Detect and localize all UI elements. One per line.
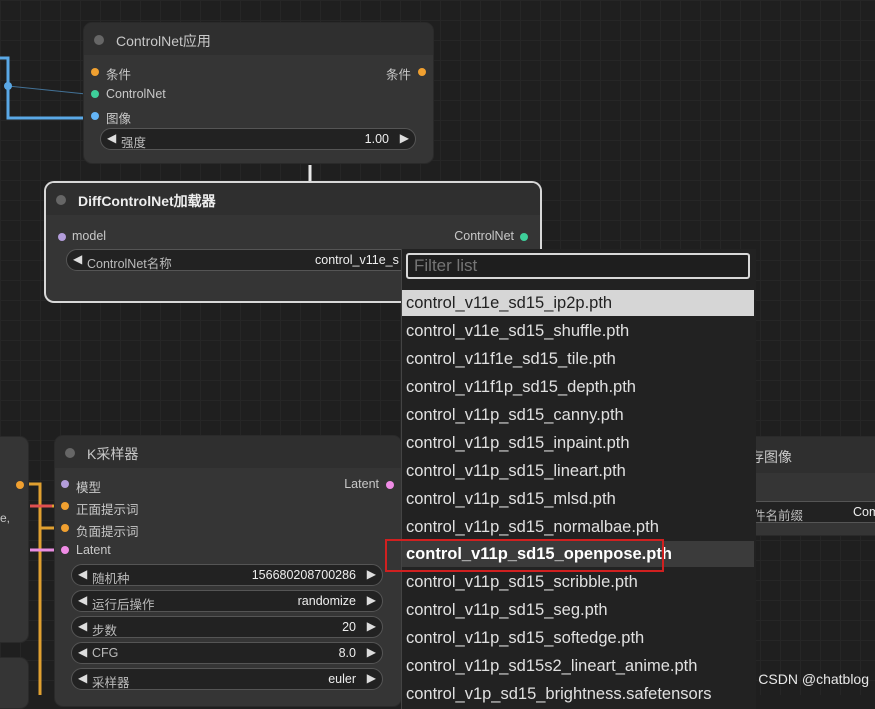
ksampler-node[interactable]: K采样器 模型 Latent 正面提示词 负面提示词 Latent ◀ 随机种 … <box>55 436 401 706</box>
input-negative-label: 负面提示词 <box>76 525 139 539</box>
dropdown-option[interactable]: control_v11p_sd15_seg.pth <box>402 597 754 623</box>
input-model-label: 模型 <box>76 481 102 495</box>
negative-input-dot-icon[interactable] <box>61 524 69 532</box>
increment-arrow-icon[interactable]: ▶ <box>367 567 376 581</box>
decrement-arrow-icon[interactable]: ◀ <box>78 567 87 581</box>
seed-widget[interactable]: ◀ 随机种 156680208700286 ▶ <box>71 564 383 586</box>
strength-label: 强度 <box>121 136 147 150</box>
decrement-arrow-icon[interactable]: ◀ <box>78 645 87 659</box>
sampler-label: 采样器 <box>92 676 130 690</box>
strength-value: 1.00 <box>364 132 389 146</box>
decrement-arrow-icon[interactable]: ◀ <box>107 131 116 145</box>
controlnet-name-value: control_v11e_s <box>315 253 399 267</box>
filename-prefix-value: Com <box>853 505 875 519</box>
dropdown-option[interactable]: control_v11f1e_sd15_tile.pth <box>402 346 754 372</box>
control-after-generate-value: randomize <box>297 594 356 608</box>
strength-widget[interactable]: ◀ 强度 1.00 ▶ <box>100 128 416 150</box>
input-controlnet-label: ControlNet <box>106 87 166 101</box>
node-title: K采样器 <box>87 446 139 462</box>
cfg-label: CFG <box>92 646 119 660</box>
dropdown-option[interactable]: control_v11p_sd15_normalbae.pth <box>402 514 754 540</box>
steps-label: 步数 <box>92 624 118 638</box>
output-condition-label: 条件 <box>385 68 411 82</box>
node-title-bar[interactable]: K采样器 <box>55 436 401 468</box>
decrement-arrow-icon[interactable]: ◀ <box>73 252 82 266</box>
controlnet-name-label: ControlNet名称 <box>87 257 172 271</box>
cfg-widget[interactable]: ◀ CFG 8.0 ▶ <box>71 642 383 664</box>
watermark: CSDN @chatblog <box>758 671 869 687</box>
dropdown-option[interactable]: control_v11p_sd15_inpaint.pth <box>402 430 754 456</box>
output-latent-label: Latent <box>344 477 379 491</box>
controlnet-output-dot-icon[interactable] <box>520 233 528 241</box>
save-image-node[interactable]: 存图像 件名前缀 Com <box>740 437 875 535</box>
decrement-arrow-icon[interactable]: ◀ <box>78 593 87 607</box>
dropdown-option[interactable]: control_v11p_sd15_lineart.pth <box>402 458 754 484</box>
increment-arrow-icon[interactable]: ▶ <box>400 131 409 145</box>
output-controlnet-label: ControlNet <box>454 229 514 243</box>
node-title: 存图像 <box>750 449 792 465</box>
node-title: ControlNet应用 <box>116 33 211 49</box>
image-input-dot-icon[interactable] <box>91 112 99 120</box>
steps-value: 20 <box>342 620 356 634</box>
model-input-dot-icon[interactable] <box>61 480 69 488</box>
increment-arrow-icon[interactable]: ▶ <box>367 671 376 685</box>
increment-arrow-icon[interactable]: ▶ <box>367 619 376 633</box>
dropdown-option[interactable]: control_v11p_sd15_mlsd.pth <box>402 486 754 512</box>
dropdown-option[interactable]: control_v11p_sd15_canny.pth <box>402 402 754 428</box>
dropdown-option[interactable]: control_v11e_sd15_shuffle.pth <box>402 318 754 344</box>
node-title-bar[interactable]: 存图像 <box>740 437 875 473</box>
sampler-widget[interactable]: ◀ 采样器 euler ▶ <box>71 668 383 690</box>
dropdown-option[interactable]: control_v11p_sd15s2_lineart_anime.pth <box>402 653 754 679</box>
selection-highlight-box <box>385 539 664 572</box>
partial-text: e, <box>0 511 11 525</box>
increment-arrow-icon[interactable]: ▶ <box>367 645 376 659</box>
left-partial-node-bottom[interactable] <box>0 658 28 708</box>
control-after-generate-label: 运行后操作 <box>92 598 155 612</box>
dropdown-option[interactable]: control_v1p_sd15_brightness.safetensors <box>402 681 754 707</box>
collapse-dot-icon[interactable] <box>94 35 104 45</box>
input-image-label: 图像 <box>106 112 132 126</box>
dropdown-option[interactable]: control_v11p_sd15_softedge.pth <box>402 625 754 651</box>
model-input-dot-icon[interactable] <box>58 233 66 241</box>
input-latent-label: Latent <box>76 543 111 557</box>
latent-output-dot-icon[interactable] <box>386 481 394 489</box>
node-title: DiffControlNet加载器 <box>78 193 216 209</box>
collapse-dot-icon[interactable] <box>56 195 66 205</box>
cfg-value: 8.0 <box>338 646 356 660</box>
controlnet-apply-node[interactable]: ControlNet应用 条件 条件 ControlNet 图像 ◀ 强度 1.… <box>84 23 433 163</box>
seed-label: 随机种 <box>92 572 130 586</box>
latent-input-dot-icon[interactable] <box>61 546 69 554</box>
positive-input-dot-icon[interactable] <box>61 502 69 510</box>
collapse-dot-icon[interactable] <box>65 448 75 458</box>
control-after-generate-widget[interactable]: ◀ 运行后操作 randomize ▶ <box>71 590 383 612</box>
steps-widget[interactable]: ◀ 步数 20 ▶ <box>71 616 383 638</box>
decrement-arrow-icon[interactable]: ◀ <box>78 619 87 633</box>
input-condition-label: 条件 <box>106 68 132 82</box>
node-title-bar[interactable]: DiffControlNet加载器 <box>46 183 540 215</box>
filter-list-input[interactable] <box>406 253 750 279</box>
node-title-bar[interactable]: ControlNet应用 <box>84 23 433 55</box>
decrement-arrow-icon[interactable]: ◀ <box>78 671 87 685</box>
input-model-label: model <box>72 229 107 243</box>
input-positive-label: 正面提示词 <box>76 503 139 517</box>
condition-output-dot-icon[interactable] <box>418 68 426 76</box>
left-partial-node[interactable]: e, <box>0 437 28 642</box>
increment-arrow-icon[interactable]: ▶ <box>367 593 376 607</box>
condition-input-dot-icon[interactable] <box>91 68 99 76</box>
controlnet-input-dot-icon[interactable] <box>91 90 99 98</box>
dropdown-option[interactable]: control_v11p_sd15_scribble.pth <box>402 569 754 595</box>
sampler-value: euler <box>328 672 356 686</box>
dropdown-option[interactable]: control_v11e_sd15_ip2p.pth <box>402 290 754 316</box>
dropdown-option[interactable]: control_v11f1p_sd15_depth.pth <box>402 374 754 400</box>
output-dot-icon[interactable] <box>16 481 24 489</box>
filename-prefix-label: 件名前缀 <box>753 509 804 523</box>
filename-prefix-widget[interactable]: 件名前缀 Com <box>746 501 875 523</box>
seed-value: 156680208700286 <box>251 568 356 582</box>
